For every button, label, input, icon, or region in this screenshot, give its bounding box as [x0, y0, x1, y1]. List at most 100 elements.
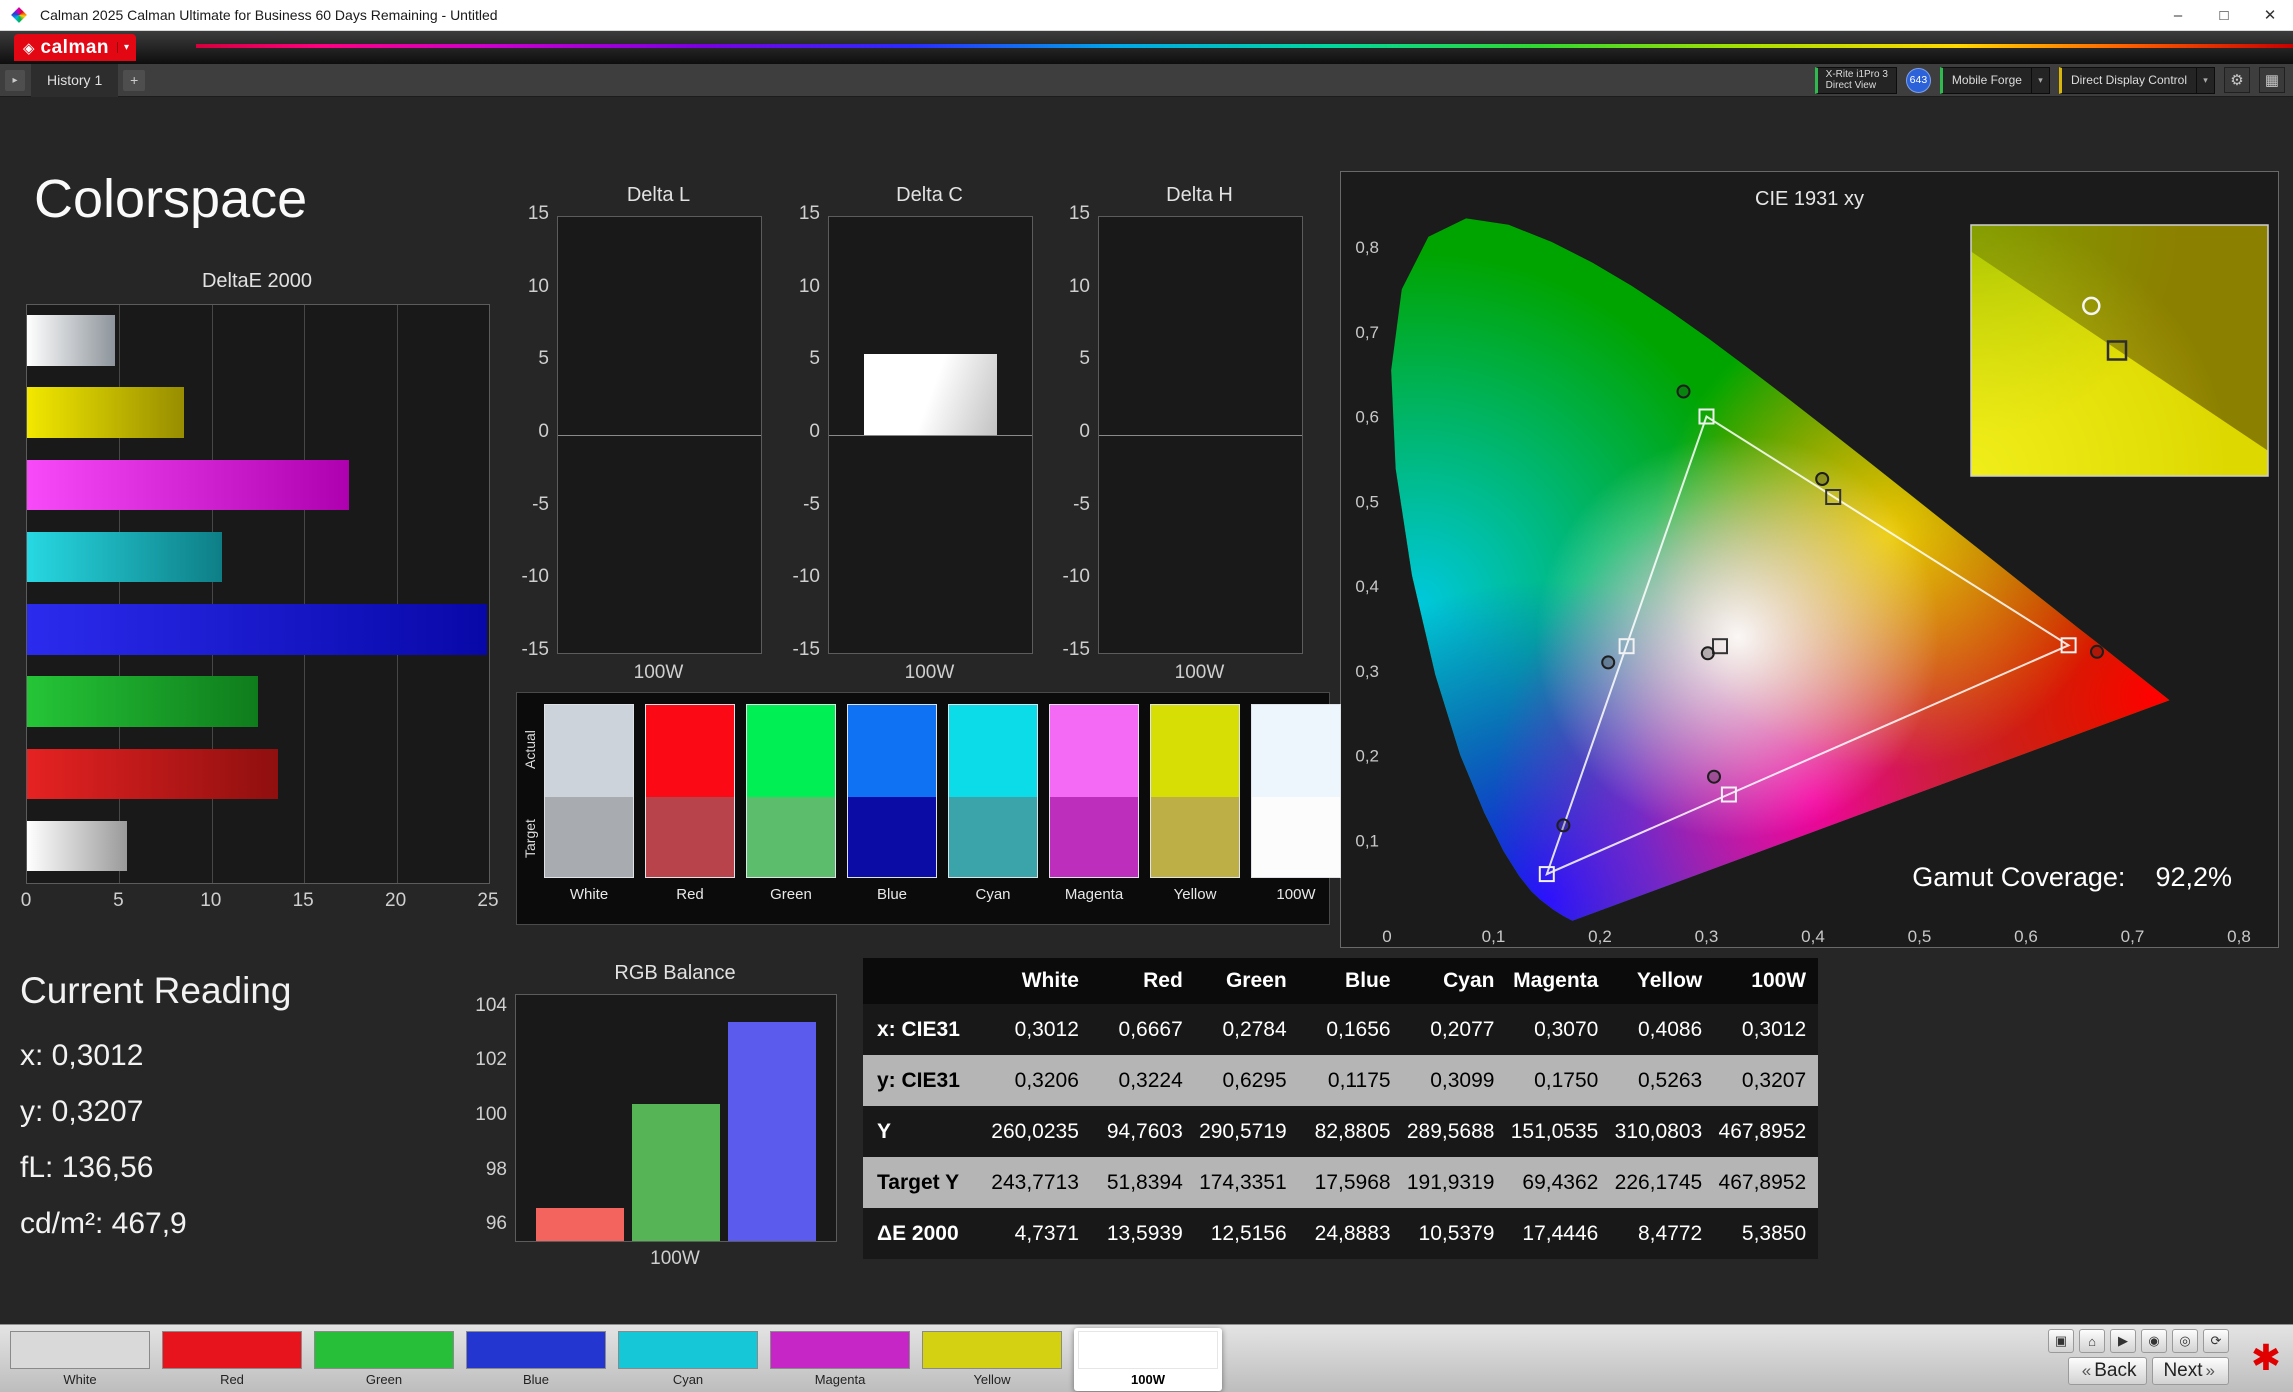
patch-button-cyan[interactable]: Cyan [618, 1331, 758, 1387]
cie-1931-panel: CIE 1931 xy Gamut Coverage: 92,2% 00,10,… [1340, 171, 2279, 948]
table-cell: 51,8394 [1091, 1157, 1195, 1208]
swatch-column-100w: 100W [1251, 704, 1341, 903]
delta-h-plot [1098, 216, 1303, 654]
display-control-label: Direct Display Control [2062, 73, 2196, 87]
delta-h-ytick: -10 [1038, 566, 1090, 588]
patch-color [922, 1331, 1062, 1369]
cie-inset-zoom [1971, 225, 2268, 476]
add-tab-button[interactable]: + [123, 70, 145, 91]
delta-h-ytick: 15 [1038, 203, 1090, 225]
swatch-compare-panel: Actual Target WhiteRedGreenBlueCyanMagen… [516, 692, 1330, 925]
close-button[interactable]: ✕ [2247, 0, 2293, 30]
swatch-target [646, 797, 734, 877]
calibrate-target-button[interactable]: ◎ [2172, 1329, 2198, 1353]
patch-color [162, 1331, 302, 1369]
measurement-table: WhiteRedGreenBlueCyanMagentaYellow100Wx:… [863, 958, 1818, 1259]
delta-l-ytick: -5 [497, 494, 549, 516]
patch-button-yellow[interactable]: Yellow [922, 1331, 1062, 1387]
brand-bar: ◈ calman ▾ [0, 31, 2293, 64]
deltae-bar-100w [27, 821, 127, 872]
maximize-button[interactable]: □ [2201, 0, 2247, 30]
table-cell: 24,8883 [1299, 1208, 1403, 1259]
swatch-blocks [847, 704, 937, 878]
record-button[interactable]: ◉ [2141, 1329, 2167, 1353]
svg-text:0,2: 0,2 [1355, 747, 1379, 766]
source-selector-button[interactable]: Mobile Forge ▾ [1940, 67, 2050, 94]
svg-text:0,6: 0,6 [2014, 927, 2038, 946]
home-button[interactable]: ⌂ [2079, 1329, 2105, 1353]
deltae-gridline [397, 305, 398, 883]
swatch-blocks [746, 704, 836, 878]
patch-label: Cyan [618, 1372, 758, 1387]
back-button[interactable]: « Back [2068, 1357, 2148, 1385]
table-row: x: CIE310,30120,66670,27840,16560,20770,… [863, 1004, 1818, 1055]
table-header-cell: Red [1091, 958, 1195, 1004]
delta-l-chart: Delta L 100W 151050-5-10-15 [497, 184, 767, 699]
delta-l-ytick: -15 [497, 639, 549, 661]
patch-button-green[interactable]: Green [314, 1331, 454, 1387]
table-cell: 0,3012 [987, 1004, 1091, 1055]
patch-button-red[interactable]: Red [162, 1331, 302, 1387]
deltae-bar-cyan [27, 532, 222, 583]
tab-history-1[interactable]: History 1 [31, 64, 118, 97]
patch-label: Magenta [770, 1372, 910, 1387]
minimize-button[interactable]: – [2155, 0, 2201, 30]
settings-gear-button[interactable]: ⚙ [2224, 67, 2250, 93]
play-button[interactable]: ▶ [2110, 1329, 2136, 1353]
refresh-button[interactable]: ⟳ [2203, 1329, 2229, 1353]
table-cell: 94,7603 [1091, 1106, 1195, 1157]
table-header-cell: Green [1195, 958, 1299, 1004]
patch-button-magenta[interactable]: Magenta [770, 1331, 910, 1387]
deltae-xtick: 0 [21, 890, 32, 912]
table-cell: 191,9319 [1403, 1157, 1507, 1208]
deltae-bar-red [27, 749, 278, 800]
swatch-columns: WhiteRedGreenBlueCyanMagentaYellow100W [544, 704, 1341, 903]
workflow-controls: ▣ ⌂ ▶ ◉ ◎ ⟳ « Back Next » [2048, 1329, 2229, 1389]
deltae2000-chart [26, 304, 490, 884]
patch-button-100w[interactable]: 100W [1074, 1328, 1222, 1391]
table-header-cell: Cyan [1403, 958, 1507, 1004]
svg-text:0,6: 0,6 [1355, 408, 1379, 427]
meter-selector-button[interactable]: X-Rite i1Pro 3 Direct View [1815, 67, 1897, 94]
rgb-balance-title: RGB Balance [515, 962, 835, 985]
patch-color [1078, 1331, 1218, 1369]
table-header-cell: Blue [1299, 958, 1403, 1004]
next-button[interactable]: Next » [2152, 1357, 2229, 1385]
chevron-down-icon: ▾ [2031, 68, 2049, 93]
tab-scroll-button[interactable]: ▸ [5, 70, 25, 91]
patch-label: Red [162, 1372, 302, 1387]
swatch-blocks [948, 704, 1038, 878]
deltae-bar-blue [27, 604, 487, 655]
next-label: Next [2163, 1360, 2202, 1382]
table-cell: 260,0235 [987, 1106, 1091, 1157]
delta-l-zero-axis [558, 435, 761, 436]
rgb-bar-green [632, 1104, 720, 1241]
patch-color [10, 1331, 150, 1369]
meter-name: X-Rite i1Pro 3 [1826, 69, 1888, 80]
rgb-bar-red [536, 1208, 624, 1241]
table-row: y: CIE310,32060,32240,62950,11750,30990,… [863, 1055, 1818, 1106]
screen-icon: ▣ [2055, 1333, 2067, 1349]
screen-layout-button[interactable]: ▣ [2048, 1329, 2074, 1353]
deltae-xtick: 20 [385, 890, 406, 912]
reading-x: x: 0,3012 [20, 1028, 291, 1084]
patch-button-white[interactable]: White [10, 1331, 150, 1387]
calman-logo-text: calman [41, 37, 109, 59]
delta-c-ytick: 5 [768, 348, 820, 370]
gamut-coverage-value: 92,2% [2155, 862, 2232, 892]
rgb-ytick: 98 [455, 1159, 507, 1181]
grid-icon: ▦ [2265, 71, 2279, 89]
table-cell: 310,0803 [1610, 1106, 1714, 1157]
swatch-actual [747, 705, 835, 797]
patch-buttons: White Red GreenBlue Cyan Magenta Yellow100W [10, 1331, 1222, 1391]
rainbow-gradient-line [196, 44, 2293, 48]
patch-color [618, 1331, 758, 1369]
rgb-balance-plot [515, 994, 837, 1242]
patch-button-blue[interactable]: Blue [466, 1331, 606, 1387]
calman-logo-button[interactable]: ◈ calman ▾ [14, 34, 136, 61]
display-control-button[interactable]: Direct Display Control ▾ [2059, 67, 2215, 94]
workspace-layout-button[interactable]: ▦ [2259, 67, 2285, 93]
delta-c-ytick: -5 [768, 494, 820, 516]
delta-h-ytick: 10 [1038, 276, 1090, 298]
swatch-actual [1050, 705, 1138, 797]
